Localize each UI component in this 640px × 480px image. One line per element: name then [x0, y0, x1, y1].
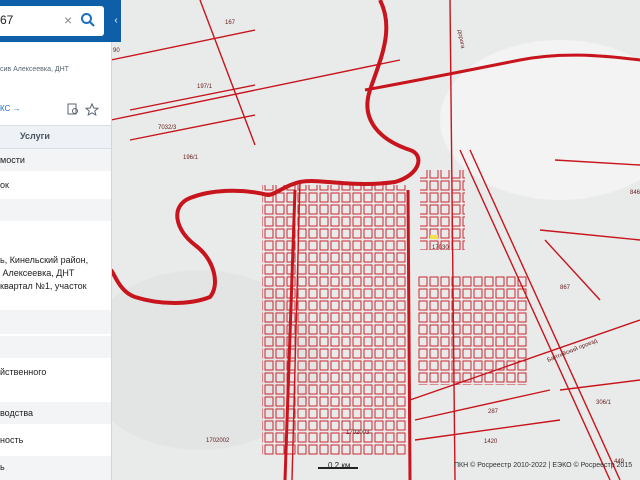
scale-label: 0,2 км [328, 461, 351, 470]
object-description: сив Алексеевка, ДНТ [0, 66, 69, 73]
info-row [0, 336, 111, 358]
parcel-label: 7032/3 [158, 125, 177, 131]
tab-services[interactable]: Услуги [20, 131, 50, 141]
tab-strip: Услуги [0, 125, 111, 149]
info-row-text: ь [0, 462, 5, 472]
parcel-block-west [262, 185, 407, 455]
search-input[interactable]: 67 [0, 13, 13, 27]
star-icon[interactable] [84, 102, 100, 116]
search-icon[interactable] [80, 12, 96, 28]
parcel-label: 196/1 [183, 155, 199, 161]
parcel-label: 1702002 [206, 438, 230, 444]
info-row [0, 199, 111, 221]
parcel-label: 1420 [484, 439, 498, 445]
parcel-label: 287 [488, 409, 499, 415]
info-row-text: ок [0, 180, 9, 190]
parcel-label: 17030 [432, 245, 449, 251]
info-row: мости [0, 149, 111, 171]
parcel-label: 197/1 [197, 84, 213, 90]
search-bar: 67 × [0, 0, 111, 42]
collapse-sidebar-button[interactable]: ‹ [111, 0, 121, 42]
parcel-label: 846 [630, 190, 640, 196]
object-address: ь, Кинельский район, Алексеевка, ДНТ ква… [0, 255, 89, 291]
info-row: ь [0, 456, 111, 480]
parcel-label: 167 [225, 20, 236, 26]
info-row-text: мости [0, 155, 25, 165]
sidebar-panel: 67 × сив Алексеевка, ДНТ КС → Услуги мос… [0, 0, 112, 480]
search-box[interactable]: 67 × [0, 6, 104, 36]
document-search-icon[interactable] [67, 103, 78, 115]
info-row: йственного [0, 362, 111, 386]
info-row: ок [0, 173, 111, 197]
cadastre-link[interactable]: КС → [0, 104, 21, 113]
close-icon[interactable]: × [64, 12, 72, 28]
parcel-label: 867 [560, 285, 571, 291]
info-row: водства [0, 402, 111, 424]
info-row-text: ность [0, 435, 24, 445]
copyright-text: ПКН © Росреестр 2010-2022 | ЕЭКО © Росре… [454, 462, 633, 469]
info-row-text: йственного [0, 367, 47, 377]
toolbar-icons [67, 102, 100, 116]
parcel-label: 90 [113, 48, 120, 54]
info-row-text: водства [0, 408, 34, 418]
parcel-label: 1702003 [346, 430, 370, 436]
info-row: ность [0, 428, 111, 452]
info-row [0, 310, 111, 334]
parcel-label: 306/1 [596, 400, 612, 406]
